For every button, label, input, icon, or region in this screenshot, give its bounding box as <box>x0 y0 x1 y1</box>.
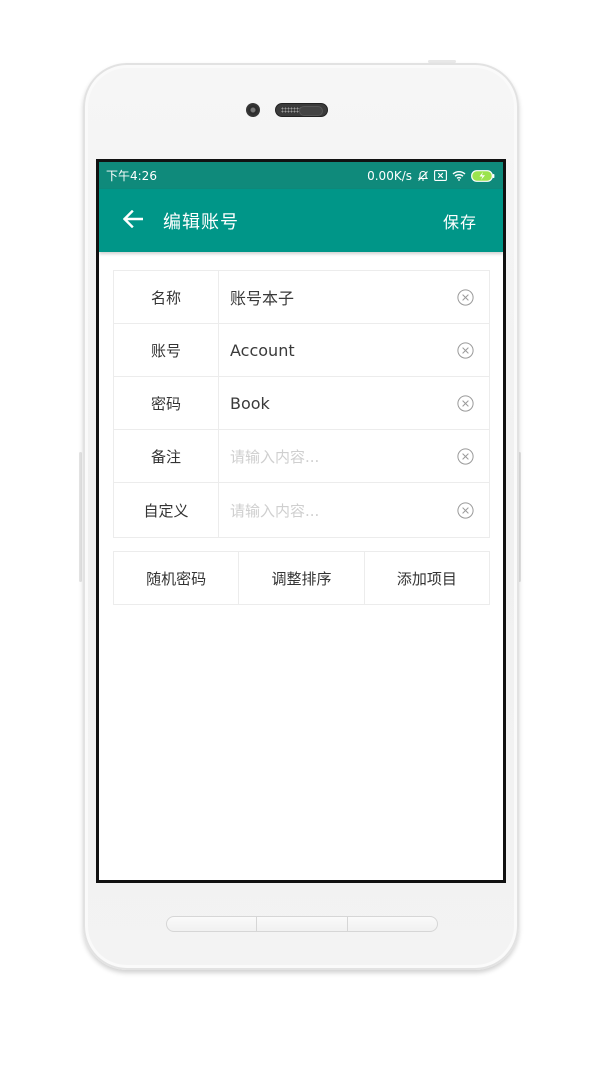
action-bar: 随机密码 调整排序 添加项目 <box>113 551 490 605</box>
clear-circle-icon <box>456 394 474 412</box>
clear-button[interactable] <box>441 377 489 429</box>
app-bar: 编辑账号 保存 <box>99 189 503 252</box>
clear-button[interactable] <box>441 271 489 323</box>
field-label: 密码 <box>114 377 219 429</box>
clear-circle-icon <box>456 341 474 359</box>
field-label: 备注 <box>114 430 219 482</box>
clear-button[interactable] <box>441 324 489 376</box>
field-label: 账号 <box>114 324 219 376</box>
account-input[interactable] <box>219 324 441 376</box>
password-input[interactable] <box>219 377 441 429</box>
network-speed: 0.00K/s <box>367 168 412 183</box>
page-title: 编辑账号 <box>163 211 239 233</box>
field-label: 名称 <box>114 271 219 323</box>
front-camera <box>246 103 260 117</box>
reorder-button[interactable]: 调整排序 <box>239 552 365 604</box>
home-key[interactable] <box>257 917 348 931</box>
proximity-sensor <box>299 106 323 116</box>
clear-circle-icon <box>456 501 474 519</box>
status-icons: 0.00K/s <box>367 169 495 183</box>
battery-charging-icon <box>471 169 495 182</box>
menu-key[interactable] <box>167 917 258 931</box>
hardware-nav-bar <box>166 916 438 932</box>
clear-circle-icon <box>456 288 474 306</box>
back-button[interactable] <box>105 189 161 252</box>
screen: 下午4:26 0.00K/s 编辑账号 保存 名称 账号本子 账号 Accoun… <box>96 159 506 883</box>
speaker-grill <box>281 107 301 113</box>
save-button[interactable]: 保存 <box>443 209 477 233</box>
form-row-account: 账号 <box>114 324 489 377</box>
wifi-icon <box>452 170 466 181</box>
name-input[interactable] <box>219 271 441 323</box>
field-label: 自定义 <box>114 483 219 537</box>
custom-input[interactable] <box>219 483 441 537</box>
account-form: 名称 账号 密码 备注 自定义 <box>113 270 490 538</box>
back-key[interactable] <box>348 917 437 931</box>
earpiece-speaker <box>275 103 328 117</box>
mute-icon <box>417 170 429 182</box>
status-time: 下午4:26 <box>106 169 157 183</box>
add-item-button[interactable]: 添加项目 <box>365 552 489 604</box>
sim-icon <box>434 170 447 181</box>
form-row-custom: 自定义 <box>114 483 489 537</box>
form-row-name: 名称 <box>114 271 489 324</box>
form-row-note: 备注 <box>114 430 489 483</box>
random-password-button[interactable]: 随机密码 <box>114 552 240 604</box>
clear-button[interactable] <box>441 483 489 537</box>
volume-button <box>79 452 82 582</box>
clear-circle-icon <box>456 447 474 465</box>
note-input[interactable] <box>219 430 441 482</box>
status-bar: 下午4:26 0.00K/s <box>99 162 503 189</box>
clear-button[interactable] <box>441 430 489 482</box>
form-row-password: 密码 <box>114 377 489 430</box>
arrow-left-icon <box>122 209 144 232</box>
